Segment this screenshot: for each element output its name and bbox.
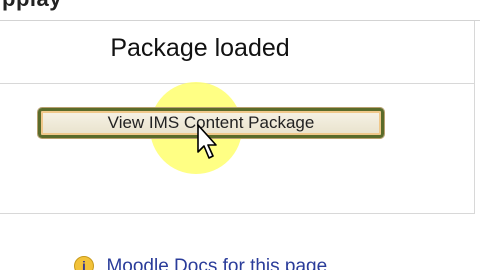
divider <box>0 83 474 84</box>
mouse-pointer-icon <box>197 124 217 159</box>
header-partial-text: pplay <box>2 0 62 12</box>
moodle-docs-link[interactable]: Moodle Docs for this page <box>106 256 327 270</box>
page-title: Package loaded <box>110 34 290 62</box>
top-header-strip: pplay <box>0 0 480 21</box>
footer: i Moodle Docs for this page <box>74 256 327 270</box>
page: pplay Package loaded View IMS Content Pa… <box>0 0 480 270</box>
info-icon: i <box>74 256 94 270</box>
